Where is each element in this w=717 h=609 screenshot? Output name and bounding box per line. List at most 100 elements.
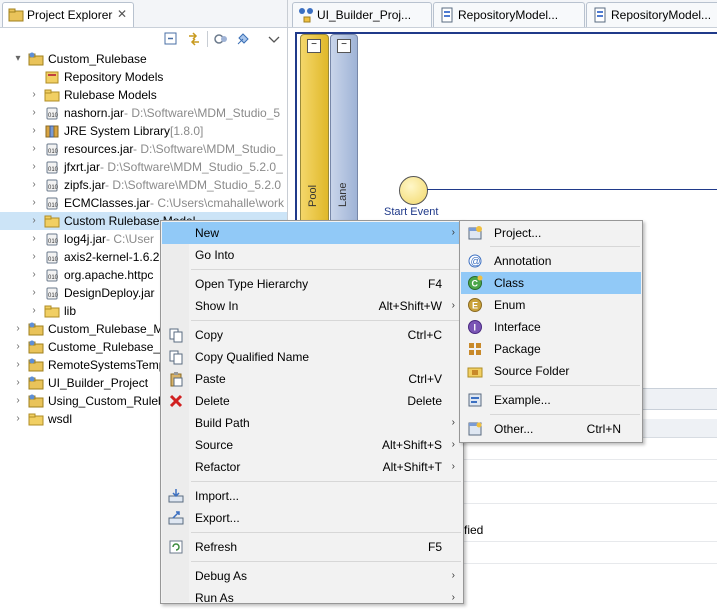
explorer-tab-title: Project Explorer [27,8,113,22]
expand-arrow-right-icon[interactable]: › [28,86,40,104]
link-with-editor-icon[interactable] [186,31,202,47]
expand-arrow-right-icon[interactable]: › [12,338,24,356]
menu-item-label: Source Folder [494,364,570,378]
tree-item[interactable]: › 010 zipfs.jar - D:\Software\MDM_Studio_5… [0,176,287,194]
folder-icon [44,89,60,102]
sequence-flow[interactable] [427,189,717,190]
expand-arrow-right-icon[interactable]: › [28,122,40,140]
expand-arrow-right-icon[interactable]: › [28,194,40,212]
view-menu-icon[interactable] [266,31,282,47]
library-icon [45,125,59,138]
menu-item-new[interactable]: New › [162,222,462,244]
tree-item[interactable]: › JRE System Library [1.8.0] [0,122,287,140]
tree-item-label: zipfs.jar [64,178,106,192]
new-item-example[interactable]: Example... [461,389,641,411]
svg-text:010: 010 [48,185,59,191]
jar-icon: 010 [46,143,59,156]
new-item-source-folder[interactable]: Source Folder [461,360,641,382]
menu-item-refactor[interactable]: Refactor Alt+Shift+T › [162,456,462,478]
collapse-all-icon[interactable] [163,31,179,47]
menu-item-label: Open Type Hierarchy [195,277,309,291]
pool-collapse-button[interactable]: − [307,39,321,53]
svg-text:010: 010 [48,167,59,173]
filter-icon[interactable] [213,31,229,47]
menu-item-export[interactable]: Export... [162,507,462,529]
expand-arrow-down-icon[interactable]: ▾ [12,50,24,68]
expand-arrow-right-icon[interactable]: › [28,266,40,284]
editor-tab-repository-model-1[interactable]: RepositoryModel... [433,2,585,27]
menu-item-label: Export... [195,511,240,525]
lane-collapse-button[interactable]: − [337,39,351,53]
tree-item-label: lib [64,304,77,318]
tree-item-label: Custome_Rulebase_P [48,340,169,354]
new-item-other[interactable]: Other... Ctrl+N [461,418,641,440]
submenu-arrow-icon: › [451,417,455,428]
new-item-project[interactable]: Project... [461,222,641,244]
menu-item-show-in[interactable]: Show In Alt+Shift+W › [162,295,462,317]
tree-item[interactable]: › 010 ECMClasses.jar - C:\Users\cmahalle\w… [0,194,287,212]
menu-item-label: Run As [195,591,234,605]
expand-arrow-right-icon[interactable]: › [28,230,40,248]
expand-arrow-right-icon[interactable]: › [28,176,40,194]
expand-arrow-right-icon[interactable]: › [28,140,40,158]
menu-item-label: Refactor [195,460,241,474]
menu-item-label: Import... [195,489,240,503]
expand-arrow-right-icon[interactable]: › [28,158,40,176]
start-event-shape[interactable] [399,176,428,205]
new-item-class[interactable]: C Class [461,272,641,294]
menu-item-delete[interactable]: Delete Delete [162,390,462,412]
menu-item-go-into[interactable]: Go Into [162,244,462,266]
expand-arrow-right-icon[interactable]: › [12,320,24,338]
tree-item[interactable]: Repository Models [0,68,287,86]
new-item-interface[interactable]: I Interface [461,316,641,338]
project-new-icon [468,226,482,240]
interface-icon: I [468,320,482,334]
menu-item-paste[interactable]: Paste Ctrl+V [162,368,462,390]
expand-arrow-right-icon[interactable]: › [28,248,40,266]
menu-item-debug-as[interactable]: Debug As › [162,565,462,587]
menu-item-label: Project... [494,226,542,240]
menu-item-import[interactable]: Import... [162,485,462,507]
project-explorer-icon [8,8,24,22]
tree-item-decoration: - D:\Software\MDM_Studio_ [133,142,283,156]
new-item-enum[interactable]: E Enum [461,294,641,316]
menu-item-label: Example... [494,393,551,407]
menu-item-refresh[interactable]: Refresh F5 [162,536,462,558]
focus-task-icon[interactable] [235,31,251,47]
svg-text:010: 010 [48,203,59,209]
pool-label: Pool [307,184,319,207]
expand-arrow-right-icon[interactable]: › [12,356,24,374]
menu-item-run-as[interactable]: Run As › [162,587,462,609]
tree-item[interactable]: ▾ Custom_Rulebase [0,50,287,68]
expand-arrow-right-icon[interactable]: › [28,284,40,302]
menu-item-open-type-hierarchy[interactable]: Open Type Hierarchy F4 [162,273,462,295]
tree-item[interactable]: › 010 jfxrt.jar - D:\Software\MDM_Studio_5… [0,158,287,176]
jar-icon: 010 [46,251,59,264]
menu-item-copy-qualified-name[interactable]: Copy Qualified Name [162,346,462,368]
tree-item-label: UI_Builder_Project [48,376,149,390]
pool-shape[interactable]: − Pool [300,34,329,246]
tree-item[interactable]: › Rulebase Models [0,86,287,104]
new-item-package[interactable]: Package [461,338,641,360]
project-explorer-tab[interactable]: Project Explorer ✕ [2,2,134,27]
close-icon[interactable]: ✕ [117,7,127,21]
lane-shape[interactable]: − Lane [330,34,358,246]
tree-item[interactable]: › 010 nashorn.jar - D:\Software\MDM_Studio… [0,104,287,122]
expand-arrow-right-icon[interactable]: › [12,410,24,428]
copy-icon [169,328,183,343]
expand-arrow-right-icon[interactable]: › [12,392,24,410]
expand-arrow-right-icon[interactable]: › [28,212,40,230]
svg-text:010: 010 [48,149,59,155]
expand-arrow-right-icon[interactable]: › [12,374,24,392]
project-icon [28,358,44,372]
paste-icon [170,372,183,387]
new-item-annotation[interactable]: @ Annotation [461,250,641,272]
tree-item[interactable]: › 010 resources.jar - D:\Software\MDM_Stud… [0,140,287,158]
editor-tab-repository-model-2[interactable]: RepositoryModel... [586,2,717,27]
menu-item-copy[interactable]: Copy Ctrl+C [162,324,462,346]
expand-arrow-right-icon[interactable]: › [28,104,40,122]
menu-item-source[interactable]: Source Alt+Shift+S › [162,434,462,456]
menu-item-build-path[interactable]: Build Path › [162,412,462,434]
editor-tab-ui-builder[interactable]: UI_Builder_Proj... [292,2,432,27]
expand-arrow-right-icon[interactable]: › [28,302,40,320]
